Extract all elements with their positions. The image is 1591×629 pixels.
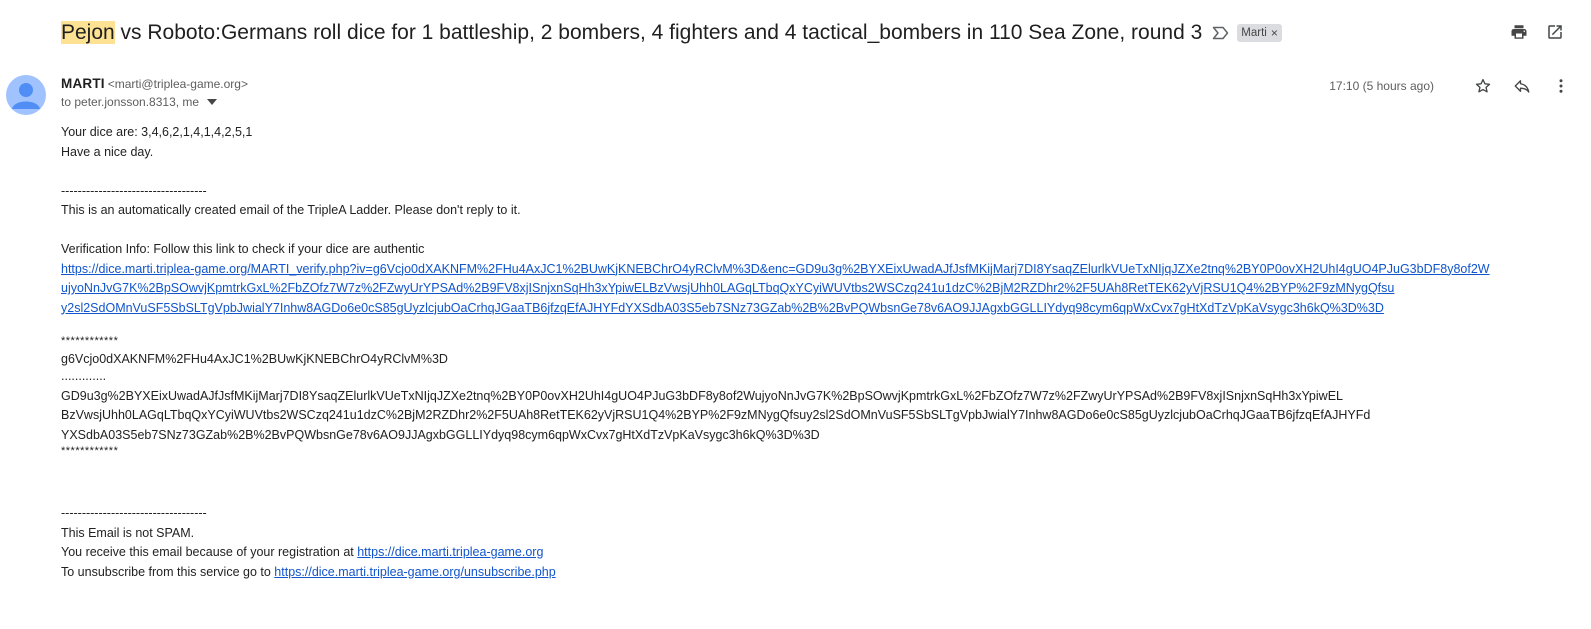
subject-highlight: Pejon (61, 21, 115, 44)
separator-line: ----------------------------------- (61, 183, 207, 198)
sender-name[interactable]: MARTI (61, 76, 105, 91)
sender-line: MARTI <marti@triplea-game.org> (61, 76, 248, 91)
dice-results: Your dice are: 3,4,6,2,1,4,1,4,2,5,1 (61, 125, 253, 139)
show-details-dropdown-icon[interactable] (207, 99, 218, 105)
iv-value: g6Vcjo0dXAKNFM%2FHu4AxJC1%2BUwKjKNEBChrO… (61, 352, 448, 366)
separator-line: ----------------------------------- (61, 506, 207, 520)
remove-label-icon[interactable]: × (1271, 26, 1278, 40)
sender-avatar[interactable] (6, 75, 46, 115)
message-actions: 17:10 (5 hours ago) (1329, 76, 1571, 96)
star-icon[interactable] (1473, 76, 1493, 96)
open-in-new-window-icon[interactable] (1545, 22, 1565, 42)
verification-intro: Verification Info: Follow this link to c… (61, 242, 425, 256)
label-chip-text: Marti (1241, 26, 1267, 39)
registration-link[interactable]: https://dice.marti.triplea-game.org (357, 545, 543, 559)
unsubscribe-line: To unsubscribe from this service go to h… (61, 563, 1541, 583)
verify-link[interactable]: https://dice.marti.triplea-game.org/MART… (61, 262, 1490, 276)
registration-text: You receive this email because of your r… (61, 545, 358, 559)
sender-email: <marti@triplea-game.org> (107, 77, 248, 91)
stars-separator: ************ (61, 445, 119, 457)
message-timestamp: 17:10 (5 hours ago) (1329, 79, 1434, 93)
reply-icon[interactable] (1512, 76, 1532, 96)
registration-line: You receive this email because of your r… (61, 543, 1541, 563)
recipients-line: to peter.jonsson.8313, me (61, 95, 248, 109)
dots-separator: ............. (61, 368, 107, 383)
important-marker-icon[interactable] (1212, 26, 1229, 40)
greeting-line: Have a nice day. (61, 144, 154, 159)
label-chip-marti[interactable]: Marti × (1237, 24, 1282, 42)
auto-notice: This is an automatically created email o… (61, 203, 521, 217)
more-vert-icon[interactable] (1551, 76, 1571, 96)
enc-value-line: YXSdbA03S5eb7SNz73GZab%2B%2BvPQWbsnGe78v… (61, 427, 820, 442)
email-subject: Pejon vs Roboto:Germans roll dice for 1 … (61, 21, 1202, 45)
subject-row: Pejon vs Roboto:Germans roll dice for 1 … (61, 18, 1282, 48)
sender-block: MARTI <marti@triplea-game.org> to peter.… (61, 76, 248, 109)
unsubscribe-text: To unsubscribe from this service go to (61, 564, 275, 579)
stars-separator: ************ (61, 335, 119, 347)
print-icon[interactable] (1509, 22, 1529, 42)
subject-text: vs Roboto:Germans roll dice for 1 battle… (114, 21, 1203, 44)
enc-value-line: BzVwsjUhh0LAGqLTbqQxYCyiWUVtbs2WSCzq241u… (61, 408, 1371, 422)
enc-value-line: GD9u3g%2BYXEixUwadAJfJsfMKijMarj7DI8Ysaq… (61, 388, 1343, 403)
message-body: Your dice are: 3,4,6,2,1,4,1,4,2,5,1 Hav… (61, 123, 1541, 582)
verify-link[interactable]: y2sl2SdOMnVuSF5SbSLTgVpbJwialY7Inhw8AGDo… (61, 301, 1384, 315)
recipients-text: to peter.jonsson.8313, me (61, 95, 200, 109)
unsubscribe-link[interactable]: https://dice.marti.triplea-game.org/unsu… (274, 565, 555, 579)
verify-link[interactable]: ujyoNnJvG7K%2BpSOwvjKpmtrkGxL%2FbZOfz7W7… (61, 281, 1394, 295)
not-spam-line: This Email is not SPAM. (61, 525, 195, 540)
thread-actions (1509, 22, 1565, 42)
